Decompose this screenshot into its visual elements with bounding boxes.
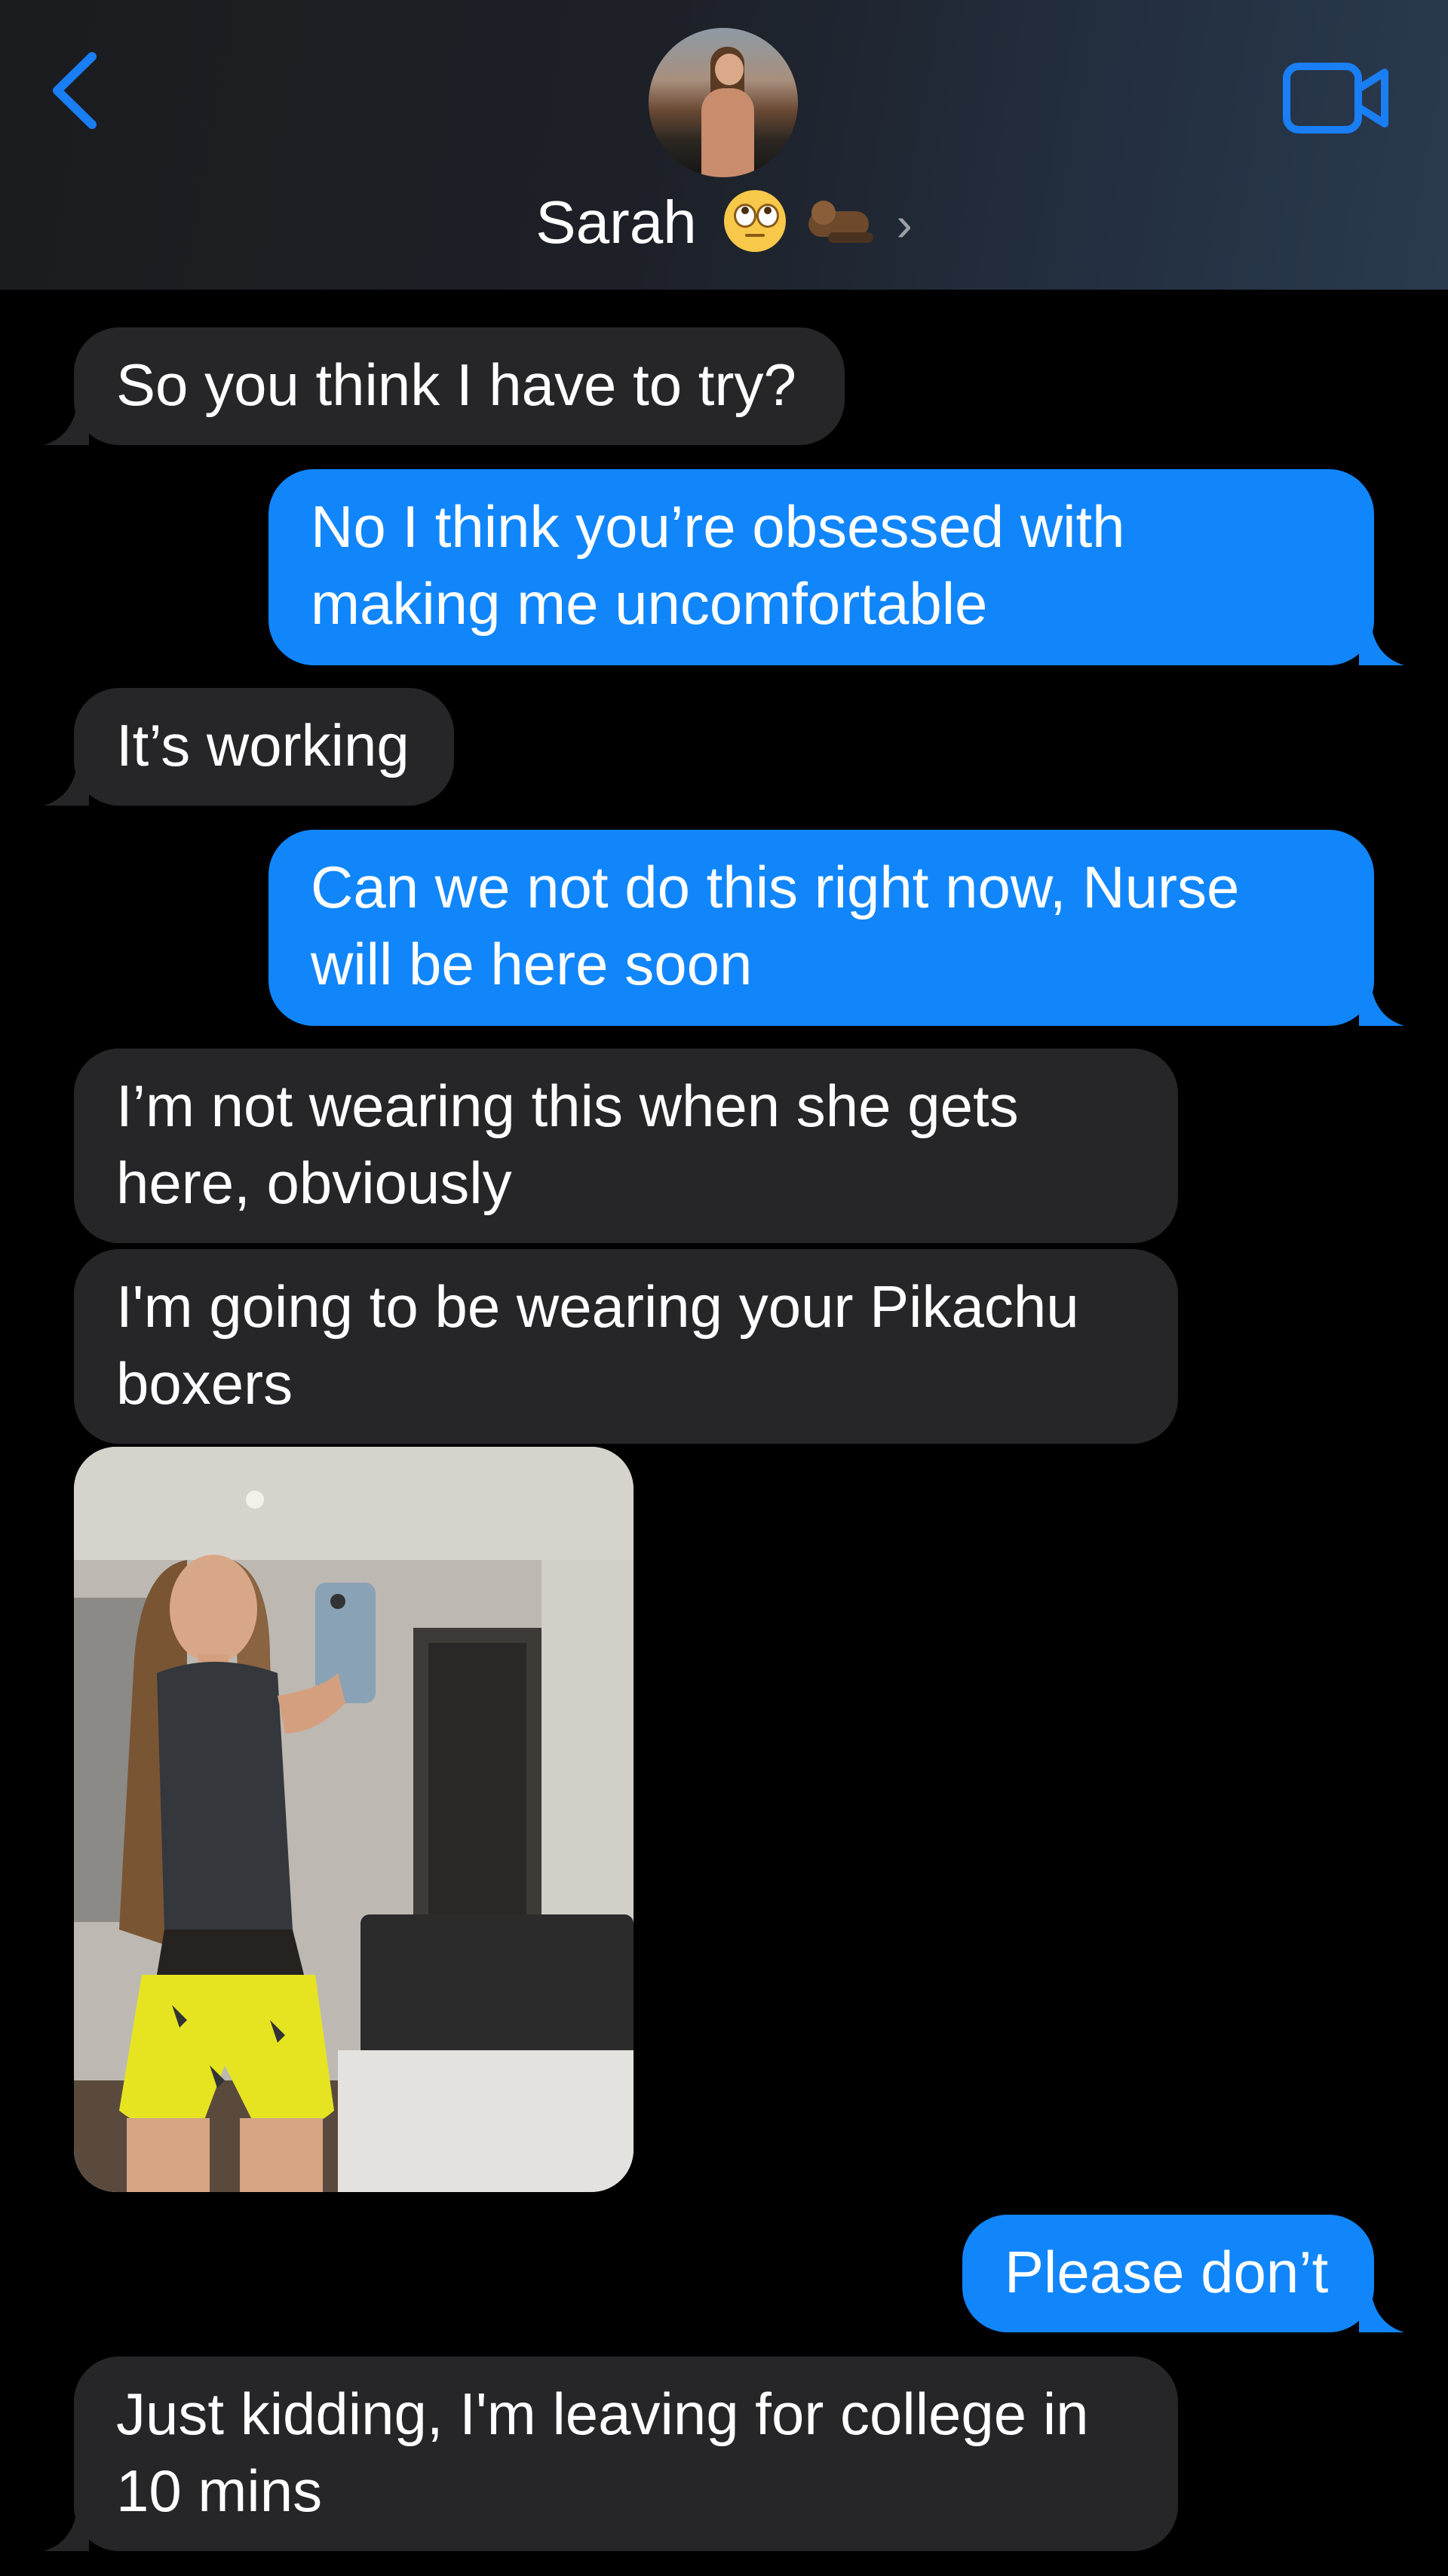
message-bubble-sent[interactable]: No I think you’re obsessed with making m… — [268, 469, 1404, 665]
message-text-line: Can we not do this right now, Nurse — [311, 854, 1240, 920]
video-call-icon[interactable] — [1282, 60, 1391, 136]
photo-image — [74, 1447, 634, 2192]
message-text: So you think I have to try? — [116, 352, 796, 418]
message-text: Please don’t — [1005, 2239, 1329, 2305]
message-bubble-sent[interactable]: Please don’t — [962, 2215, 1404, 2332]
contact-name-row[interactable]: Sarah › — [0, 185, 1448, 265]
conversation-header: Sarah › — [0, 0, 1448, 290]
message-text-line: Just kidding, I'm leaving for college in — [116, 2381, 1089, 2447]
message-text-line: boxers — [116, 1350, 293, 1417]
face-with-rolling-eyes-icon — [723, 189, 786, 252]
message-text-line: here, obviously — [116, 1150, 512, 1216]
message-bubble-received[interactable]: I’m not wearing this when she gets here,… — [74, 1049, 1178, 1243]
message-text-line: I'm going to be wearing your Pikachu — [116, 1273, 1079, 1340]
contact-avatar[interactable] — [649, 28, 798, 177]
message-bubble-received[interactable]: Just kidding, I'm leaving for college in… — [44, 2356, 1178, 2551]
message-bubble-sent[interactable]: Can we not do this right now, Nurse will… — [268, 830, 1404, 1026]
message-text-line: will be here soon — [311, 931, 753, 997]
message-photo[interactable] — [74, 1447, 634, 2192]
message-text-line: making me uncomfortable — [311, 570, 988, 637]
contact-name: Sarah — [535, 189, 697, 256]
message-text-line: No I think you’re obsessed with — [311, 493, 1125, 560]
message-bubble-received[interactable]: It’s working — [44, 688, 454, 806]
message-bubble-received[interactable]: So you think I have to try? — [44, 327, 845, 445]
message-text: It’s working — [116, 712, 410, 778]
message-text-line: 10 mins — [116, 2458, 323, 2524]
chevron-right-icon: › — [896, 196, 913, 251]
message-text-line: I’m not wearing this when she gets — [116, 1073, 1019, 1139]
otter-icon — [805, 196, 878, 249]
back-chevron-icon[interactable] — [45, 49, 106, 132]
message-bubble-received[interactable]: I'm going to be wearing your Pikachu box… — [74, 1249, 1178, 1444]
